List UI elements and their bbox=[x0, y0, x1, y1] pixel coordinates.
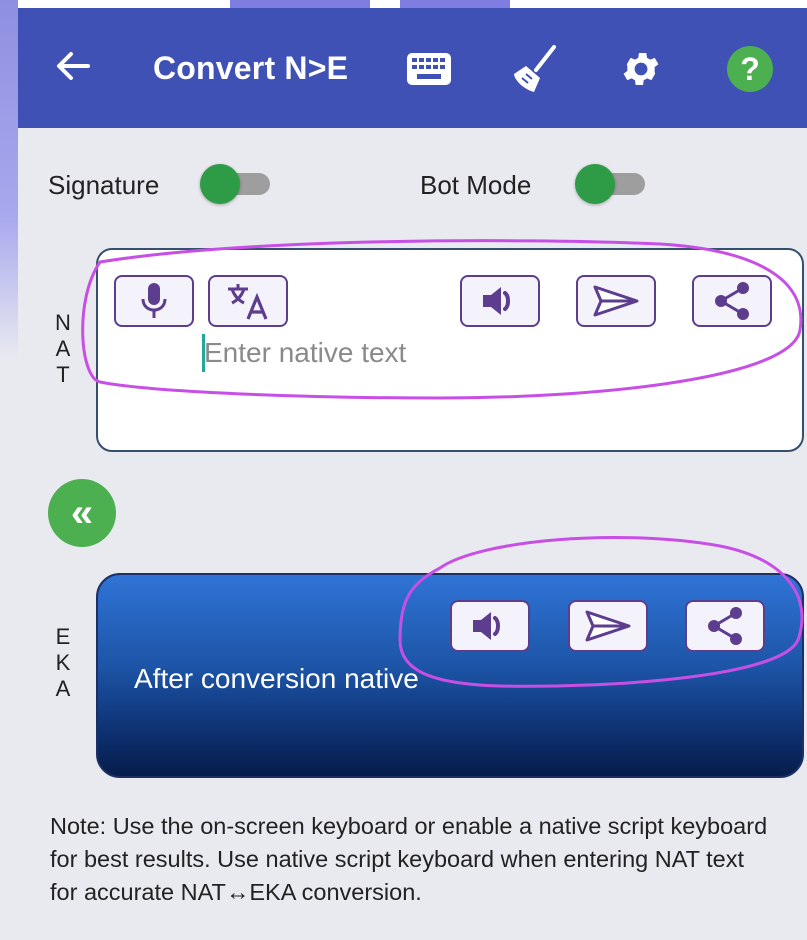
share-button[interactable] bbox=[692, 275, 772, 327]
eka-output-card: After conversion native bbox=[96, 573, 804, 778]
speaker-button[interactable] bbox=[450, 600, 530, 652]
microphone-icon bbox=[141, 283, 167, 318]
arrow-left-icon[interactable] bbox=[50, 46, 94, 90]
usage-note: Note: Use the on-screen keyboard or enab… bbox=[50, 813, 768, 905]
app-bar: Convert N>E ? bbox=[18, 8, 807, 128]
swap-direction-button[interactable]: « bbox=[48, 479, 116, 547]
bot-mode-label: Bot Mode bbox=[420, 170, 532, 200]
send-button[interactable] bbox=[576, 275, 656, 327]
page-title: Convert N>E bbox=[153, 50, 349, 86]
speaker-icon bbox=[473, 612, 500, 640]
double-chevron-left-icon: « bbox=[70, 490, 94, 535]
help-icon[interactable]: ? bbox=[725, 44, 775, 94]
broom-icon[interactable] bbox=[510, 44, 560, 94]
keyboard-icon[interactable] bbox=[404, 44, 454, 94]
bot-mode-toggle[interactable] bbox=[575, 164, 649, 204]
share-button[interactable] bbox=[685, 600, 765, 652]
translate-icon bbox=[228, 284, 268, 320]
send-icon bbox=[585, 610, 631, 642]
speaker-button[interactable] bbox=[460, 275, 540, 327]
send-button[interactable] bbox=[568, 600, 648, 652]
left-edge bbox=[0, 0, 18, 360]
eka-output-text[interactable]: After conversion native bbox=[134, 663, 419, 695]
gear-icon[interactable] bbox=[616, 44, 666, 94]
nat-side-label: N A T bbox=[55, 310, 71, 387]
share-icon bbox=[708, 607, 742, 645]
eka-side-label: E K A bbox=[55, 624, 71, 701]
send-icon bbox=[593, 285, 639, 317]
translate-button[interactable] bbox=[208, 275, 288, 327]
nat-input-card bbox=[96, 248, 804, 452]
native-text-input[interactable] bbox=[204, 334, 764, 372]
share-icon bbox=[715, 282, 749, 320]
microphone-button[interactable] bbox=[114, 275, 194, 327]
toggle-knob bbox=[575, 164, 615, 204]
signature-toggle[interactable] bbox=[200, 164, 274, 204]
signature-label: Signature bbox=[48, 170, 160, 200]
toggle-knob bbox=[200, 164, 240, 204]
annotation-overlay bbox=[81, 239, 804, 688]
speaker-icon bbox=[483, 287, 510, 315]
